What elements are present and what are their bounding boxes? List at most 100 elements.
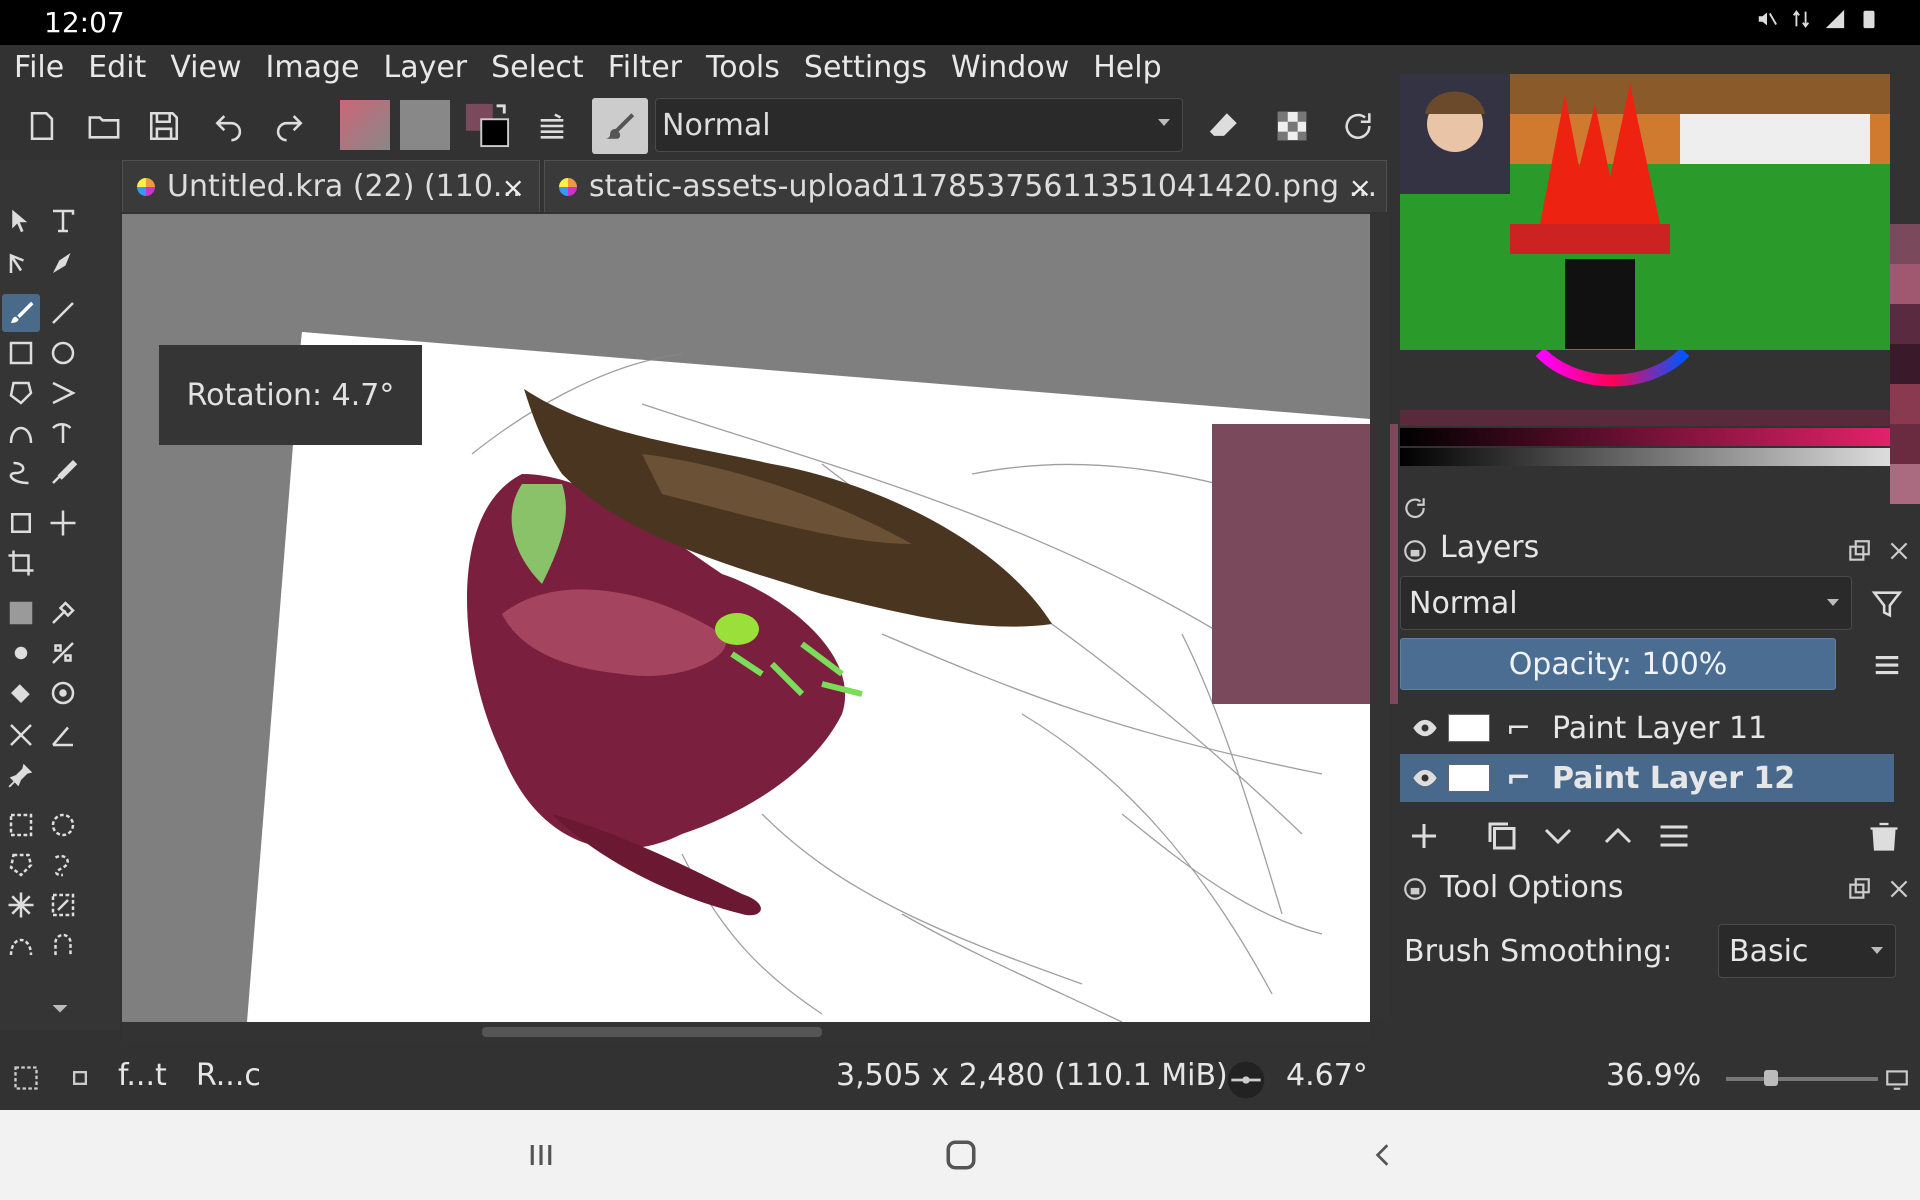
bezier-tool[interactable]	[2, 414, 40, 452]
menu-edit[interactable]: Edit	[88, 50, 146, 85]
layer-row-paint-layer-12[interactable]: ⌐ Paint Layer 12	[1400, 754, 1894, 802]
eraser-mode-button[interactable]	[1202, 104, 1246, 148]
undo-button[interactable]	[208, 104, 252, 148]
enclose-fill-tool[interactable]	[44, 674, 82, 712]
display-icon[interactable]	[1884, 1066, 1910, 1092]
multibrush-tool[interactable]	[44, 454, 82, 492]
lock-docker-icon[interactable]	[1402, 538, 1428, 564]
save-button[interactable]	[142, 104, 186, 148]
menu-settings[interactable]: Settings	[804, 50, 927, 85]
selection-mode-icon[interactable]	[12, 1064, 40, 1092]
menu-select[interactable]: Select	[491, 50, 584, 85]
menu-icon[interactable]	[1870, 650, 1904, 680]
recent-apps-icon[interactable]	[526, 1138, 556, 1172]
menu-help[interactable]: Help	[1093, 50, 1161, 85]
move-tool[interactable]	[44, 504, 82, 542]
polygon-tool[interactable]	[2, 374, 40, 412]
dynamic-brush-tool[interactable]	[2, 454, 40, 492]
rectangle-tool[interactable]	[2, 334, 40, 372]
redo-button[interactable]	[266, 104, 310, 148]
lock-docker-icon[interactable]	[1402, 876, 1428, 902]
fill-tool[interactable]	[2, 674, 40, 712]
freehand-brush-tool[interactable]	[2, 294, 40, 332]
gradient-selector[interactable]	[340, 100, 390, 150]
menu-layer[interactable]: Layer	[383, 50, 467, 85]
close-icon[interactable]: ×	[502, 171, 525, 204]
calligraphy-tool[interactable]	[44, 244, 82, 282]
freehand-path-tool[interactable]	[44, 414, 82, 452]
eye-visible-icon[interactable]	[1410, 714, 1440, 742]
mute-icon	[1758, 12, 1777, 26]
pattern-selector[interactable]	[400, 100, 450, 150]
open-document-button[interactable]	[82, 104, 126, 148]
polygonal-selection-tool[interactable]	[2, 846, 40, 884]
edit-shapes-tool[interactable]	[2, 244, 40, 282]
new-document-button[interactable]	[20, 104, 64, 148]
close-docker-icon[interactable]	[1886, 538, 1912, 564]
measure-tool[interactable]	[44, 716, 82, 754]
layer-blend-mode-select[interactable]: Normal	[1400, 576, 1852, 630]
reload-preset-button[interactable]	[1336, 104, 1380, 148]
reference-images-tool[interactable]	[2, 756, 40, 794]
line-tool[interactable]	[44, 294, 82, 332]
delete-layer-icon[interactable]	[1866, 818, 1902, 854]
layer-row-paint-layer-11[interactable]: ⌐ Paint Layer 11	[1400, 704, 1894, 752]
brush-smoothing-select[interactable]: Basic	[1718, 924, 1896, 978]
float-docker-icon[interactable]	[1846, 538, 1872, 564]
fit-view-icon[interactable]	[66, 1064, 94, 1092]
colorize-mask-tool[interactable]	[2, 634, 40, 672]
alpha-lock-button[interactable]	[1270, 104, 1314, 148]
color-picker-tool[interactable]	[44, 594, 82, 632]
toolbox-scroll-down[interactable]	[40, 1000, 80, 1020]
similar-color-selection-tool[interactable]	[44, 886, 82, 924]
text-tool[interactable]	[44, 202, 82, 240]
menu-view[interactable]: View	[170, 50, 241, 85]
zoom-slider[interactable]	[1726, 1077, 1878, 1081]
menu-image[interactable]: Image	[266, 50, 360, 85]
horizontal-scroll-thumb[interactable]	[482, 1027, 822, 1037]
menu-tools[interactable]: Tools	[706, 50, 780, 85]
float-docker-icon[interactable]	[1846, 876, 1872, 902]
tab-static-assets[interactable]: static-assets-upload11785375611351041420…	[544, 160, 1387, 212]
canvas[interactable]	[122, 214, 1370, 1022]
move-layer-down-icon[interactable]	[1540, 818, 1576, 854]
menu-filter[interactable]: Filter	[608, 50, 682, 85]
home-icon[interactable]	[944, 1138, 978, 1172]
menu-window[interactable]: Window	[951, 50, 1069, 85]
opacity-slider[interactable]: Opacity: 100%	[1400, 638, 1836, 690]
smart-patch-tool[interactable]	[44, 634, 82, 672]
brush-presets-button[interactable]	[530, 104, 574, 148]
refresh-icon[interactable]	[1402, 495, 1428, 521]
brush-preset-button[interactable]	[592, 98, 648, 154]
polyline-tool[interactable]	[44, 374, 82, 412]
bezier-selection-tool[interactable]	[2, 926, 40, 964]
add-layer-icon[interactable]	[1406, 818, 1442, 854]
brush-icon	[11, 301, 34, 323]
blend-mode-select[interactable]: Normal	[655, 98, 1183, 152]
color-selector[interactable]	[462, 100, 512, 150]
filter-icon[interactable]	[1870, 584, 1904, 624]
close-icon[interactable]: ×	[1349, 171, 1372, 204]
back-icon[interactable]	[1370, 1138, 1396, 1172]
duplicate-layer-icon[interactable]	[1484, 818, 1520, 854]
contiguous-selection-tool[interactable]	[2, 886, 40, 924]
rectangular-selection-tool[interactable]	[2, 806, 40, 844]
vertical-scrollbar[interactable]	[1370, 214, 1390, 1022]
zoom-slider-handle[interactable]	[1764, 1070, 1778, 1086]
select-shapes-tool[interactable]	[2, 202, 40, 240]
menu-file[interactable]: File	[14, 50, 64, 85]
eye-visible-icon[interactable]	[1410, 764, 1440, 792]
layer-properties-icon[interactable]	[1656, 818, 1692, 854]
rotation-dial-icon[interactable]	[1224, 1058, 1268, 1102]
elliptical-selection-tool[interactable]	[44, 806, 82, 844]
close-docker-icon[interactable]	[1886, 876, 1912, 902]
freehand-selection-tool[interactable]	[44, 846, 82, 884]
tab-untitled[interactable]: Untitled.kra (22) (110... ×	[122, 160, 540, 212]
magnetic-selection-tool[interactable]	[44, 926, 82, 964]
gradient-tool[interactable]	[2, 594, 40, 632]
ellipse-tool[interactable]	[44, 334, 82, 372]
move-layer-up-icon[interactable]	[1600, 818, 1636, 854]
transform-tool[interactable]	[2, 504, 40, 542]
crop-tool[interactable]	[2, 544, 40, 582]
assistant-tool[interactable]	[2, 716, 40, 754]
